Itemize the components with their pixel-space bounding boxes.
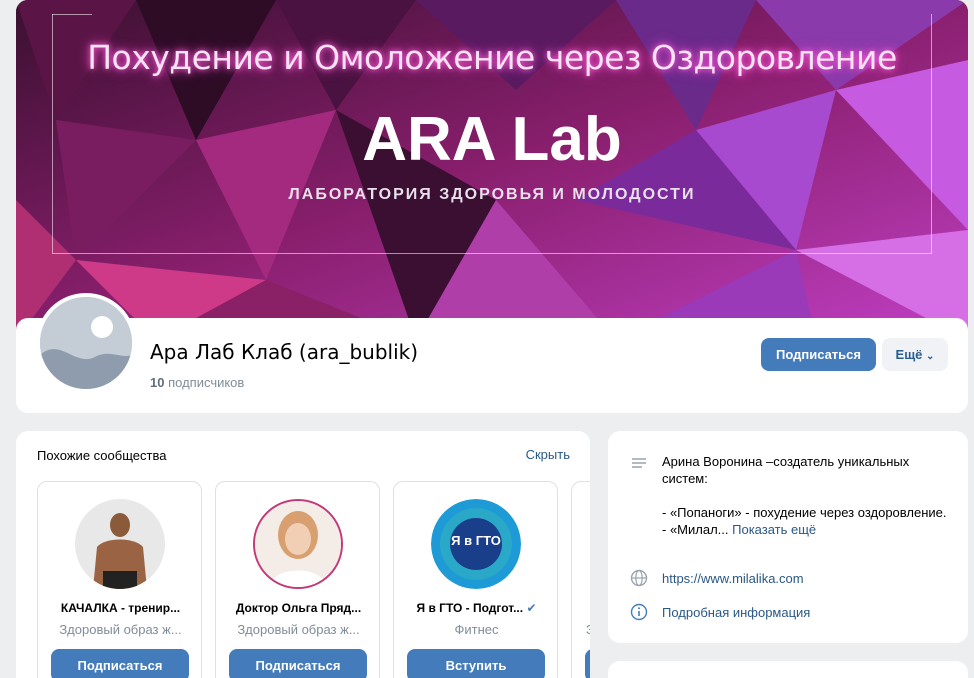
community-category: З: [586, 622, 590, 637]
about-line1: Арина Воронина –создатель уникальных сис…: [662, 454, 910, 486]
community-card[interactable]: Доктор Ольга Пряд... Здоровый образ ж...…: [215, 481, 380, 678]
gto-logo-text: Я в ГТО: [451, 533, 501, 548]
globe-icon: [630, 569, 648, 587]
chevron-down-icon: ⌄: [926, 351, 935, 362]
description-icon: [632, 458, 646, 468]
community-category: Здоровый образ ж...: [237, 622, 360, 637]
subscribe-button[interactable]: Подписаться: [761, 338, 876, 371]
verified-icon: ✔: [526, 601, 537, 615]
group-name: Ара Лаб Клаб (ara_bublik): [150, 340, 419, 364]
subscribers-number: 10: [150, 375, 165, 390]
community-card[interactable]: КАЧАЛКА - тренир... Здоровый образ ж... …: [37, 481, 202, 678]
community-name[interactable]: Доктор Ольга Пряд...: [216, 601, 381, 615]
image-placeholder-icon: [40, 297, 132, 389]
community-category: Здоровый образ ж...: [59, 622, 182, 637]
cover-title: Похудение и Омоложение через Оздоровлени…: [87, 38, 897, 77]
similar-communities: Похожие сообщества Скрыть КАЧАЛКА - трен…: [16, 431, 590, 678]
community-avatar[interactable]: [75, 499, 165, 589]
next-section-card: [608, 661, 968, 678]
more-button[interactable]: Ещё ⌄: [882, 338, 948, 371]
doctor-portrait-image: [255, 501, 341, 587]
community-name[interactable]: Я в ГТО - Подгот... ✔: [394, 601, 559, 615]
similar-title: Похожие сообщества: [37, 448, 167, 463]
info-icon: [630, 603, 648, 621]
community-subscribe-button[interactable]: Подписаться: [229, 649, 367, 678]
about-description: Арина Воронина –создатель уникальных сис…: [662, 453, 952, 538]
cover-image: Похудение и Омоложение через Оздоровлени…: [16, 0, 968, 340]
community-category: Фитнес: [454, 622, 499, 637]
community-avatar[interactable]: Я в ГТО: [431, 499, 521, 589]
community-card[interactable]: З: [571, 481, 590, 678]
about-section: Арина Воронина –создатель уникальных сис…: [608, 431, 968, 643]
details-link[interactable]: Подробная информация: [662, 604, 952, 621]
more-label: Ещё: [895, 347, 923, 362]
community-card[interactable]: Я в ГТО Я в ГТО - Подгот... ✔ Фитнес Вст…: [393, 481, 558, 678]
show-more-link[interactable]: Показать ещё: [732, 522, 816, 537]
bodybuilder-image: [75, 499, 165, 589]
about-line2: - «Попаноги» - похудение через оздоровле…: [662, 505, 947, 520]
hide-button[interactable]: Скрыть: [526, 447, 570, 462]
community-avatar[interactable]: [253, 499, 343, 589]
community-name-text: Я в ГТО - Подгот...: [416, 601, 524, 615]
group-avatar[interactable]: [36, 293, 136, 393]
cover-tagline: ЛАБОРАТОРИЯ ЗДОРОВЬЯ И МОЛОДОСТИ: [288, 186, 696, 203]
about-line3: - «Милал...: [662, 522, 729, 537]
website-link[interactable]: https://www.milalika.com: [662, 570, 952, 587]
subscribers-label: подписчиков: [168, 375, 245, 390]
community-subscribe-button[interactable]: Подписаться: [51, 649, 189, 678]
community-join-button[interactable]: Вступить: [407, 649, 545, 678]
community-name[interactable]: КАЧАЛКА - тренир...: [38, 601, 203, 615]
community-subscribe-button[interactable]: [585, 649, 590, 678]
subscribers-count[interactable]: 10 подписчиков: [150, 375, 244, 390]
cover-brand: ARA Lab: [362, 105, 622, 174]
